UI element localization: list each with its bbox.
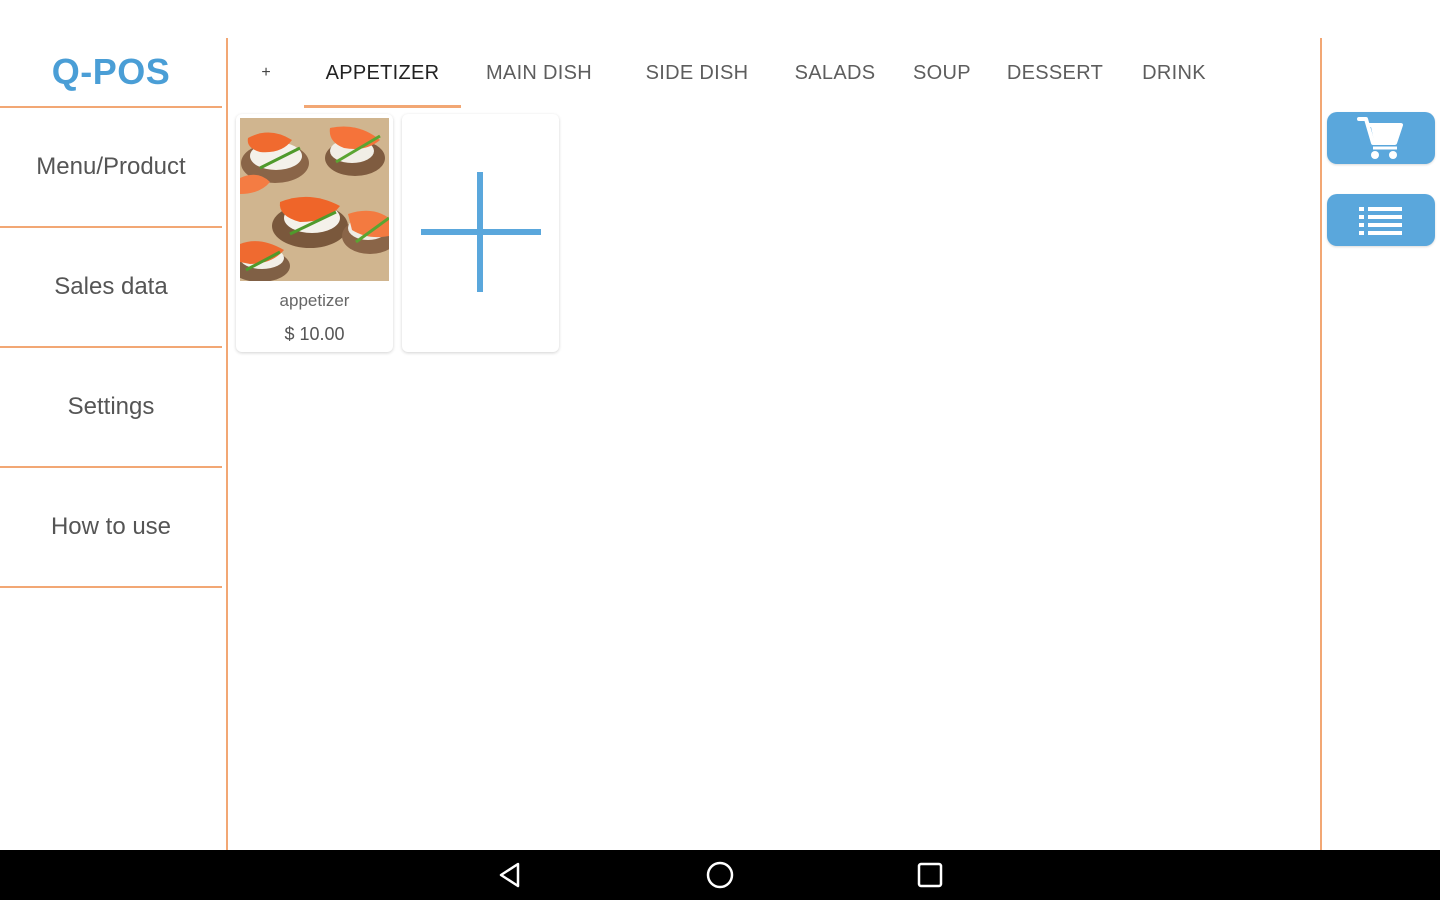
recents-button[interactable] [900, 850, 960, 900]
sidebar-item-menu-product[interactable]: Menu/Product [0, 108, 222, 226]
back-button[interactable] [480, 850, 540, 900]
sidebar: Q-POS Menu/Product Sales data Settings H… [0, 0, 228, 850]
sidebar-item-label: Sales data [54, 273, 168, 300]
right-panel-divider [1320, 38, 1322, 850]
sidebar-item-sales-data[interactable]: Sales data [0, 228, 222, 346]
tab-drink[interactable]: DRINK [1132, 38, 1216, 108]
sidebar-item-label: Settings [67, 393, 155, 420]
sidebar-item-label: Menu/Product [36, 153, 186, 180]
cart-button[interactable] [1327, 112, 1435, 164]
tab-label: SOUP [913, 61, 971, 84]
tab-label: MAIN DISH [485, 61, 593, 84]
sidebar-item-label: How to use [50, 513, 172, 540]
tab-appetizer[interactable]: APPETIZER [304, 38, 461, 108]
product-name: appetizer [279, 291, 350, 310]
product-card[interactable]: appetizer $ 10.00 [236, 114, 393, 352]
category-tabs: + APPETIZER MAIN DISH SIDE DISH SALADS S… [232, 38, 1318, 110]
sidebar-divider [0, 586, 222, 588]
add-product-button[interactable] [402, 114, 559, 352]
home-button[interactable] [690, 850, 750, 900]
product-image [240, 118, 389, 281]
product-price: $ 10.00 [284, 324, 345, 344]
tab-label: DESSERT [1006, 61, 1104, 84]
tab-soup[interactable]: SOUP [902, 38, 982, 108]
add-category-button[interactable]: + [252, 38, 280, 108]
list-icon [1359, 207, 1402, 235]
sidebar-item-how-to-use[interactable]: How to use [0, 468, 222, 586]
tab-dessert[interactable]: DESSERT [996, 38, 1114, 108]
app-root: Q-POS Menu/Product Sales data Settings H… [0, 0, 1440, 900]
plus-icon [421, 172, 541, 292]
tab-salads[interactable]: SALADS [780, 38, 890, 108]
tab-main-dish[interactable]: MAIN DISH [468, 38, 610, 108]
tab-label: SALADS [794, 61, 876, 84]
active-tab-indicator [304, 105, 461, 108]
tab-label: APPETIZER [325, 61, 440, 84]
system-navigation-bar [0, 850, 1440, 900]
cart-icon [1357, 117, 1403, 159]
salmon-canape-image [240, 118, 389, 281]
tab-label: DRINK [1142, 61, 1206, 84]
home-icon [706, 861, 734, 889]
sidebar-item-settings[interactable]: Settings [0, 348, 222, 466]
sidebar-vertical-divider [226, 38, 228, 850]
recents-icon [917, 862, 943, 888]
back-icon [499, 862, 520, 888]
tab-side-dish[interactable]: SIDE DISH [626, 38, 768, 108]
tab-label: SIDE DISH [645, 61, 749, 84]
app-logo: Q-POS [51, 51, 171, 92]
order-list-button[interactable] [1327, 194, 1435, 246]
